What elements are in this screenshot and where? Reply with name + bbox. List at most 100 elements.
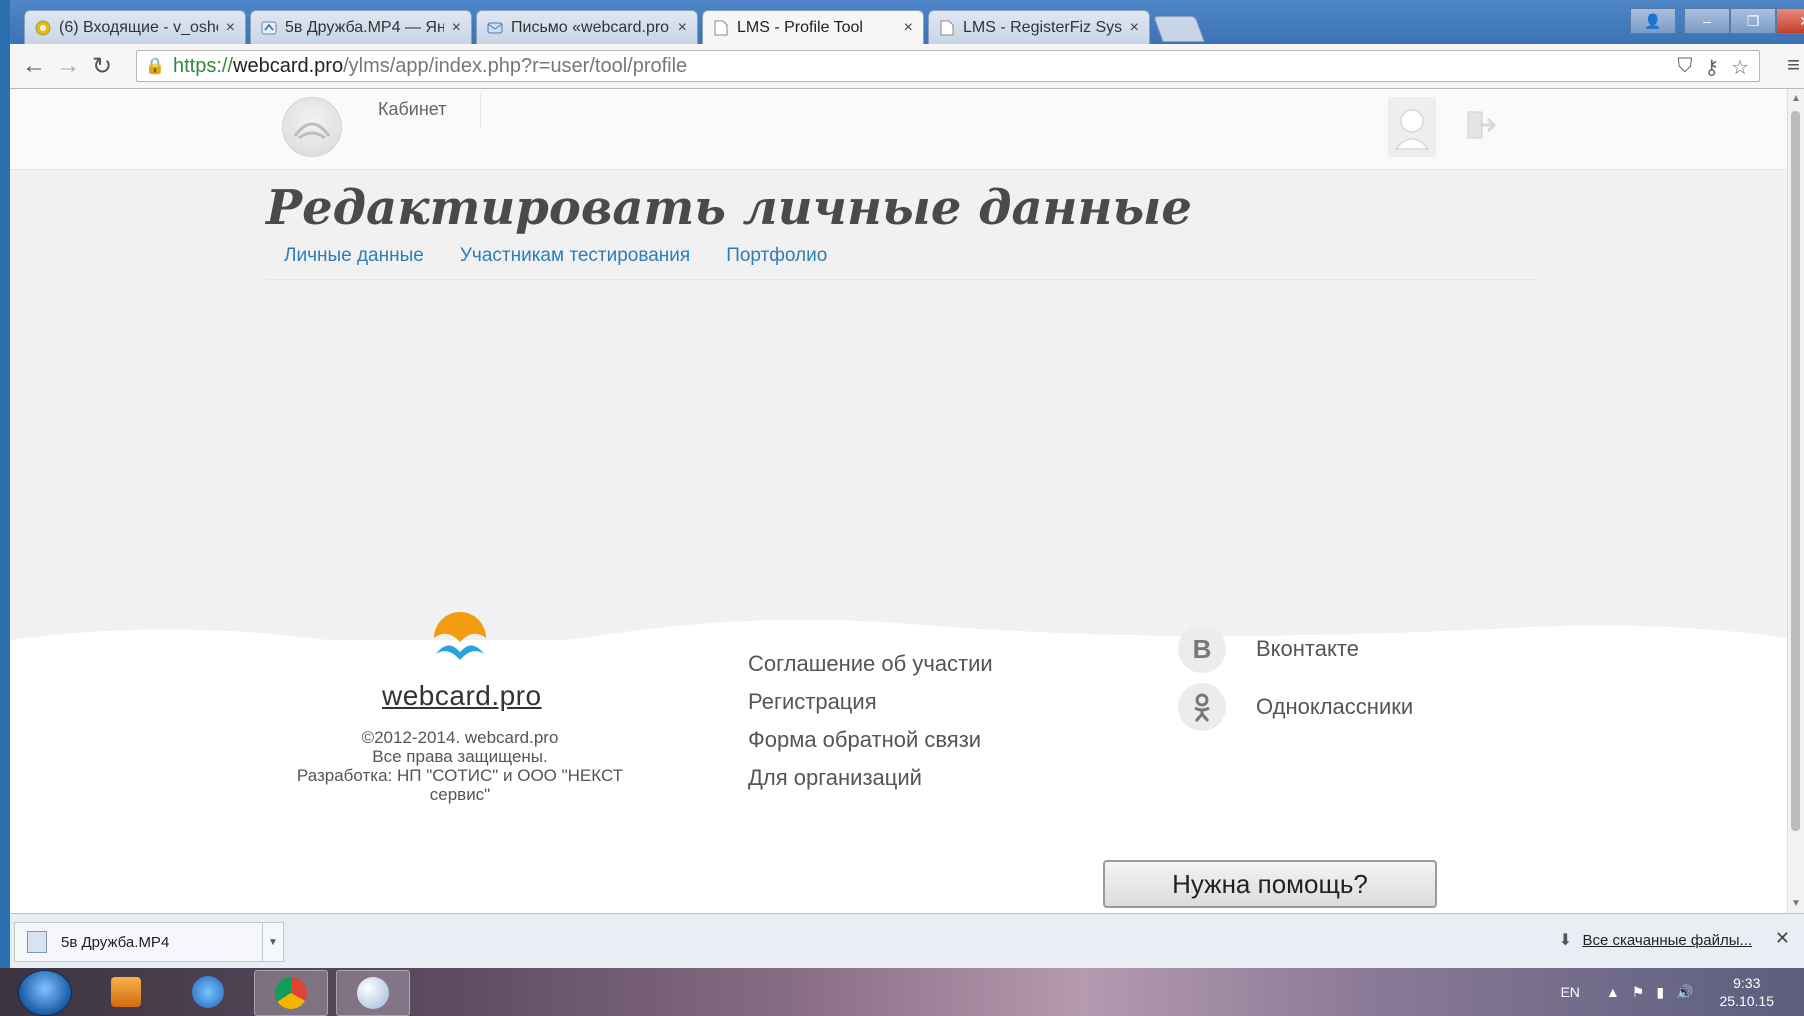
vk-icon: B: [1178, 625, 1226, 673]
download-item[interactable]: 5в Дружба.MP4 ▼: [14, 922, 284, 962]
close-icon[interactable]: ×: [1130, 19, 1139, 37]
page-icon: [939, 20, 955, 36]
tab-yandex-disk[interactable]: 5в Дружба.MP4 — Яндек ×: [250, 10, 472, 44]
copyright-line: Разработка: НП "СОТИС" и ООО "НЕКСТ: [296, 766, 624, 785]
all-downloads-link[interactable]: Все скачанные файлы...: [1582, 932, 1752, 949]
subnav-test-participants[interactable]: Участникам тестирования: [460, 245, 690, 267]
logout-icon[interactable]: [1462, 107, 1498, 143]
taskbar-internet-explorer[interactable]: [172, 970, 244, 1014]
scroll-down-icon[interactable]: ▼: [1791, 898, 1801, 909]
tab-profile-tool[interactable]: LMS - Profile Tool ×: [702, 10, 924, 44]
mail-icon: [35, 20, 51, 36]
social-links: B Вконтакте Одноклассники: [1178, 620, 1413, 736]
profile-button[interactable]: 👤: [1630, 8, 1676, 34]
page-scrollbar[interactable]: ▲ ▼: [1787, 89, 1804, 913]
reload-button[interactable]: ↻: [88, 52, 116, 80]
download-bar: 5в Дружба.MP4 ▼ ⬇ Все скачанные файлы...…: [10, 913, 1804, 969]
footer-link-feedback[interactable]: Форма обратной связи: [748, 721, 993, 759]
subnav-personal-data[interactable]: Личные данные: [284, 245, 424, 267]
minimize-button[interactable]: –: [1684, 8, 1730, 34]
clock-date: 25.10.15: [1719, 993, 1775, 1009]
paint-icon: [357, 977, 389, 1009]
url-text: https://webcard.pro/ylms/app/index.php?r…: [173, 55, 687, 78]
key-icon[interactable]: ⚷: [1704, 55, 1719, 80]
footer-brand[interactable]: webcard.pro: [382, 680, 542, 712]
star-icon[interactable]: ☆: [1731, 55, 1749, 80]
help-button[interactable]: Нужна помощь?: [1103, 860, 1437, 908]
url-scheme: https://: [173, 54, 234, 77]
close-icon[interactable]: ✕: [1775, 928, 1790, 949]
tab-strip: (6) Входящие - v_osheva × 5в Дружба.MP4 …: [10, 0, 1804, 44]
download-filename: 5в Дружба.MP4: [61, 933, 170, 951]
browser-window: (6) Входящие - v_osheva × 5в Дружба.MP4 …: [10, 0, 1804, 969]
language-indicator[interactable]: EN: [1560, 984, 1579, 1000]
file-icon: [27, 931, 47, 953]
copyright-line: Все права защищены.: [372, 747, 548, 766]
system-tray: EN ▲ ⚑ ▮ 🔊 9:33 25.10.15: [1560, 968, 1804, 1016]
clock[interactable]: 9:33 25.10.15: [1720, 974, 1775, 1010]
chrome-icon: [275, 977, 307, 1009]
shield-icon[interactable]: ⛉: [1677, 55, 1692, 80]
show-hidden-icons-icon[interactable]: ▲: [1606, 984, 1620, 1001]
main-content: Редактировать личные данные Личные данны…: [10, 170, 1788, 680]
maximize-button[interactable]: ❐: [1730, 8, 1776, 34]
close-window-button[interactable]: ✕: [1776, 8, 1804, 34]
tab-label: (6) Входящие - v_osheva: [59, 18, 218, 36]
close-icon[interactable]: ×: [226, 19, 235, 37]
tab-label: LMS - RegisterFiz System: [963, 18, 1122, 36]
footer-copyright: ©2012-2014. webcard.pro Все права защище…: [290, 728, 630, 804]
tab-register[interactable]: LMS - RegisterFiz System ×: [928, 10, 1150, 44]
social-name: Одноклассники: [1256, 694, 1414, 719]
social-name: Вконтакте: [1256, 636, 1359, 661]
footer-link-agreement[interactable]: Соглашение об участии: [748, 645, 993, 683]
close-icon[interactable]: ×: [904, 19, 913, 37]
volume-icon[interactable]: 🔊: [1676, 984, 1693, 1001]
new-tab-button[interactable]: [1153, 16, 1205, 42]
taskbar-paint[interactable]: [336, 970, 410, 1016]
footer-link-registration[interactable]: Регистрация: [748, 683, 993, 721]
tab-label: 5в Дружба.MP4 — Яндек: [285, 18, 444, 36]
subnav-portfolio[interactable]: Портфолио: [726, 245, 827, 267]
user-avatar-icon[interactable]: [1388, 97, 1436, 157]
lock-icon: 🔒: [145, 58, 165, 75]
social-odnoklassniki[interactable]: Одноклассники: [1178, 678, 1413, 736]
forward-button[interactable]: →: [54, 52, 82, 80]
clock-time: 9:33: [1733, 975, 1761, 991]
window-controls: 👤 – ❐ ✕: [1630, 8, 1804, 34]
page-title: Редактировать личные данные: [266, 180, 1192, 236]
browser-toolbar: ← → ↻ 🔒 https://webcard.pro/ylms/app/ind…: [10, 44, 1804, 89]
screen-border: [0, 0, 10, 1016]
scroll-thumb[interactable]: [1791, 111, 1800, 831]
copyright-line: ©2012-2014. webcard.pro: [361, 728, 559, 747]
webcard-logo-icon: [430, 608, 490, 673]
nav-divider: [480, 93, 481, 129]
social-vk[interactable]: B Вконтакте: [1178, 620, 1413, 678]
close-icon[interactable]: ×: [678, 19, 687, 37]
page-icon: [713, 20, 729, 36]
media-player-icon: [111, 977, 141, 1007]
url-path: /ylms/app/index.php?r=user/tool/profile: [343, 54, 688, 77]
address-bar[interactable]: 🔒 https://webcard.pro/ylms/app/index.php…: [136, 50, 1760, 82]
taskbar-chrome[interactable]: [254, 970, 328, 1016]
odnoklassniki-icon: [1178, 683, 1226, 731]
tray-icons: ▲ ⚑ ▮ 🔊: [1606, 984, 1694, 1001]
nav-cabinet[interactable]: Кабинет: [378, 99, 446, 120]
letter-icon: [487, 20, 503, 36]
action-center-icon[interactable]: ⚑: [1632, 984, 1645, 1001]
download-icon: ⬇: [1558, 932, 1572, 949]
copyright-line: сервис": [429, 785, 491, 804]
network-icon[interactable]: ▮: [1656, 984, 1664, 1001]
chevron-down-icon[interactable]: ▼: [262, 923, 283, 961]
menu-icon[interactable]: ≡: [1787, 52, 1800, 78]
footer-links: Соглашение об участии Регистрация Форма …: [748, 645, 993, 797]
tab-label: LMS - Profile Tool: [737, 18, 863, 36]
close-icon[interactable]: ×: [452, 19, 461, 37]
taskbar-media-player[interactable]: [90, 970, 162, 1014]
back-button[interactable]: ←: [20, 52, 48, 80]
footer-link-organizations[interactable]: Для организаций: [748, 759, 993, 797]
tab-letter[interactable]: Письмо «webcard.pro | У ×: [476, 10, 698, 44]
start-button[interactable]: [18, 970, 72, 1016]
tab-inbox[interactable]: (6) Входящие - v_osheva ×: [24, 10, 246, 44]
scroll-up-icon[interactable]: ▲: [1791, 93, 1801, 104]
site-logo-icon[interactable]: [282, 97, 342, 157]
